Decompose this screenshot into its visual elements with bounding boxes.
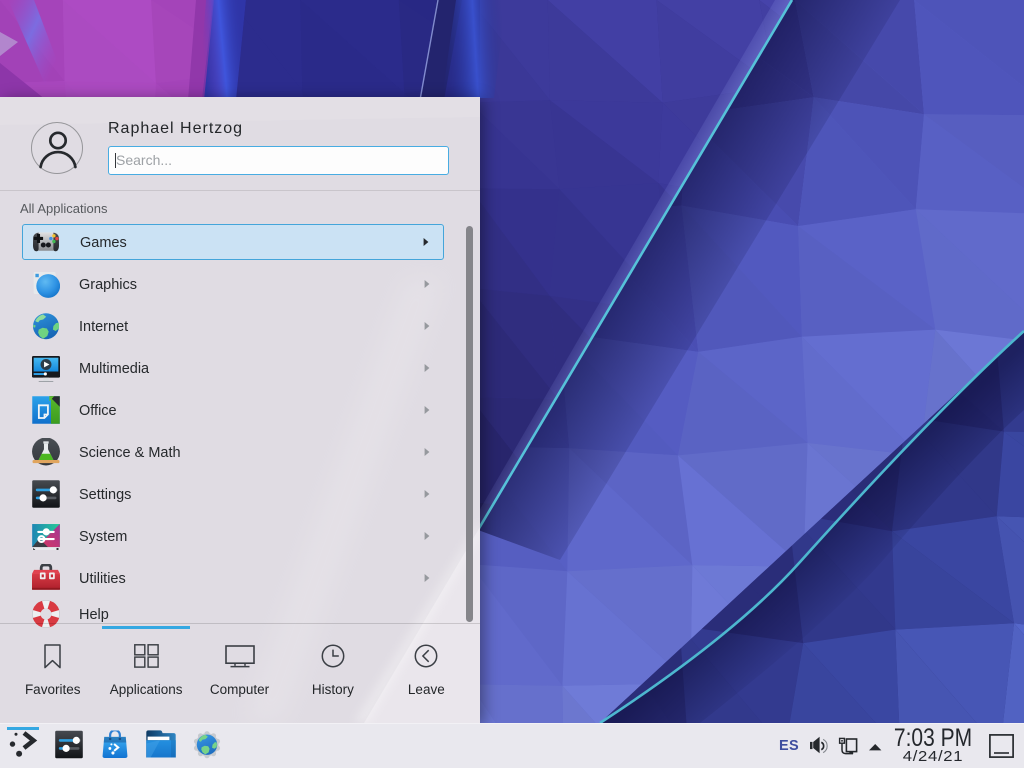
submenu-arrow-icon <box>423 238 429 247</box>
category-row-help[interactable]: Help <box>22 596 444 632</box>
system-tray: ES 7:03 PM 4/24/21 <box>770 724 1024 768</box>
category-row-graphics[interactable]: Graphics <box>22 266 444 302</box>
application-launcher-menu: Raphael Hertzog Search... All Applicatio… <box>0 97 480 723</box>
computer-icon <box>217 633 263 679</box>
tab-history[interactable]: History <box>286 633 379 718</box>
taskbar-file-manager[interactable] <box>138 724 184 768</box>
volume-icon[interactable] <box>808 734 832 758</box>
submenu-arrow-icon <box>424 490 430 499</box>
submenu-arrow-icon <box>424 448 430 457</box>
network-icon[interactable] <box>838 737 858 756</box>
office-icon <box>32 396 60 424</box>
user-avatar[interactable] <box>31 122 83 174</box>
category-label: Games <box>80 235 127 251</box>
application-category-list: Games Graphics Internet Multimedia Offic… <box>0 218 480 627</box>
submenu-arrow-icon <box>424 574 430 583</box>
tab-label: Applications <box>110 682 183 697</box>
system-icon <box>32 522 60 550</box>
list-scrollbar[interactable] <box>466 226 473 622</box>
dolphin-icon <box>146 730 176 764</box>
taskbar-system-settings[interactable] <box>46 724 92 768</box>
games-icon <box>32 228 60 256</box>
category-label: Graphics <box>79 277 137 293</box>
tab-favorites[interactable]: Favorites <box>6 633 99 718</box>
category-row-utilities[interactable]: Utilities <box>22 560 444 596</box>
category-label: Office <box>79 403 117 419</box>
category-row-multimedia[interactable]: Multimedia <box>22 350 444 386</box>
show-desktop-icon <box>989 734 1014 758</box>
category-label: System <box>79 529 127 545</box>
submenu-arrow-icon <box>424 406 430 415</box>
graphics-icon <box>32 270 60 298</box>
clock-date: 4/24/21 <box>878 750 988 765</box>
section-label: All Applications <box>20 201 107 216</box>
launcher-header: Raphael Hertzog Search... <box>0 97 480 190</box>
category-label: Settings <box>79 487 131 503</box>
taskbar-web-browser[interactable] <box>184 724 230 768</box>
tab-applications[interactable]: Applications <box>99 633 192 718</box>
category-row-settings[interactable]: Settings <box>22 476 444 512</box>
history-icon <box>310 633 356 679</box>
submenu-arrow-icon <box>424 280 430 289</box>
search-input[interactable]: Search... <box>108 146 449 175</box>
utilities-icon <box>32 564 60 592</box>
browser-icon <box>193 730 221 763</box>
category-row-system[interactable]: System <box>22 518 444 554</box>
header-separator <box>0 190 480 191</box>
science-icon <box>32 438 60 466</box>
category-row-office[interactable]: Office <box>22 392 444 428</box>
tab-label: Favorites <box>25 682 81 697</box>
leave-icon <box>403 633 449 679</box>
tab-leave[interactable]: Leave <box>380 633 473 718</box>
taskbar-panel: ES 7:03 PM 4/24/21 <box>0 723 1024 768</box>
systemsettings-icon <box>55 730 83 763</box>
active-tab-indicator <box>102 626 190 629</box>
keyboard-layout-indicator[interactable]: ES <box>779 738 799 754</box>
search-placeholder: Search... <box>116 152 172 168</box>
tab-label: Leave <box>408 682 445 697</box>
digital-clock[interactable]: 7:03 PM 4/24/21 <box>885 727 981 765</box>
tab-label: Computer <box>210 682 269 697</box>
favorites-icon <box>30 633 76 679</box>
submenu-arrow-icon <box>424 364 430 373</box>
discover-icon <box>101 730 129 763</box>
category-label: Utilities <box>79 571 126 587</box>
footer-separator <box>0 623 480 624</box>
internet-icon <box>32 312 60 340</box>
submenu-arrow-icon <box>424 322 430 331</box>
taskbar-discover-software-center[interactable] <box>92 724 138 768</box>
user-icon <box>32 123 84 175</box>
launcher-tab-bar: Favorites Applications Computer History … <box>6 633 473 718</box>
submenu-arrow-icon <box>424 532 430 541</box>
show-desktop-widget[interactable] <box>989 734 1014 758</box>
tab-label: History <box>312 682 354 697</box>
settings-icon <box>32 480 60 508</box>
category-row-internet[interactable]: Internet <box>22 308 444 344</box>
category-label: Internet <box>79 319 128 335</box>
taskbar-application-launcher[interactable] <box>0 724 46 768</box>
tab-computer[interactable]: Computer <box>193 633 286 718</box>
category-row-science-math[interactable]: Science & Math <box>22 434 444 470</box>
category-label: Science & Math <box>79 445 181 461</box>
category-row-games[interactable]: Games <box>22 224 444 260</box>
multimedia-icon <box>32 354 60 382</box>
kali-menu-icon <box>7 728 39 765</box>
clock-time: 7:03 PM <box>893 727 974 750</box>
user-name: Raphael Hertzog <box>108 120 243 138</box>
category-label: Multimedia <box>79 361 149 377</box>
applications-icon <box>123 633 169 679</box>
category-label: Help <box>79 607 109 623</box>
